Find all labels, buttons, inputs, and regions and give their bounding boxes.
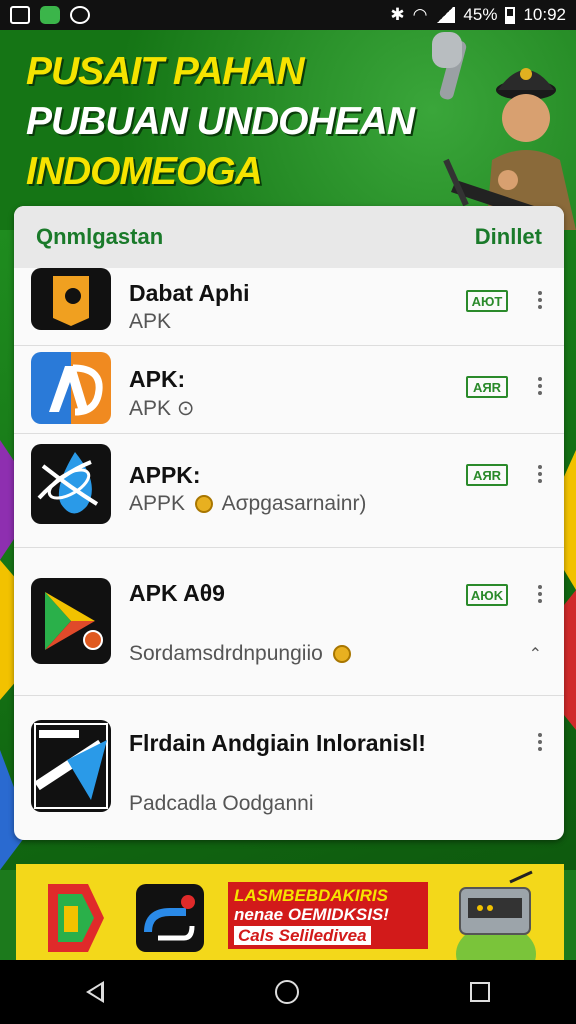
app-name: APPK: — [129, 462, 201, 488]
app-list-item[interactable]: APPK: APPK Aσpgasarnainr) AЯR — [14, 434, 564, 548]
overflow-menu-icon[interactable] — [538, 582, 542, 606]
home-icon[interactable] — [274, 980, 299, 1004]
app-subtitle: Padcadla Oodganni — [129, 792, 314, 815]
clock: 10:92 — [523, 5, 566, 24]
app-icon — [31, 720, 111, 812]
soldier-mascot-illustration — [432, 32, 576, 230]
card-header-action[interactable]: Dinllet — [475, 224, 542, 250]
app-name: APK Aθ9 — [129, 580, 225, 606]
bluetooth-icon: ✱ — [390, 5, 405, 24]
card-header: Qnmlgastan Dinllet — [14, 206, 564, 268]
apk-badge[interactable]: AЯR — [466, 464, 508, 486]
app-icon — [31, 352, 111, 424]
messaging-notification-icon — [40, 6, 60, 24]
app-list-card: Qnmlgastan Dinllet Dabat Aphi APK AЮT AP… — [14, 206, 564, 840]
apk-badge[interactable]: AЮT — [466, 290, 508, 312]
system-navigation-bar — [0, 960, 576, 1024]
promo-app-icon — [136, 884, 204, 952]
signal-icon — [435, 7, 456, 23]
hero-banner[interactable]: PUSAIT PAHAN PUBUAN UNDOHEAN INDOMEOGA — [0, 30, 576, 230]
app-subtitle: APK ⊙ — [129, 397, 195, 420]
card-title: Qnmlgastan — [36, 224, 164, 249]
app-subtitle-text: Sordamsdrdnpungiio — [129, 642, 323, 665]
app-subtitle-detail: Aσpgasarnainr) — [221, 492, 367, 515]
battery-percent: 45% — [463, 5, 498, 24]
app-icon — [31, 268, 111, 330]
app-name: Flrdain Andgiain Inloranisl! — [129, 730, 426, 756]
overflow-menu-icon[interactable] — [538, 288, 542, 312]
expand-collapse-icon[interactable]: ⌃ — [529, 644, 542, 664]
app-subtitle-prefix: APPK — [129, 492, 186, 515]
app-name: Dabat Aphi — [129, 280, 250, 306]
status-bar: ✱ ◠ 45% 10:92 — [0, 0, 576, 30]
coin-icon — [194, 495, 213, 514]
recent-apps-icon[interactable] — [470, 982, 491, 1002]
promo-banner[interactable]: LASMBEBDAKIRIS nenae OEMIDKSIS! Cals Sel… — [16, 864, 564, 960]
app-subtitle: Sordamsdrdnpungiio — [129, 642, 355, 666]
overflow-menu-icon[interactable] — [538, 730, 542, 754]
promo-line-2: nenae OEMIDKSIS! — [234, 905, 389, 924]
overflow-menu-icon[interactable] — [538, 462, 542, 486]
app-list-item[interactable]: Dabat Aphi APK AЮT — [14, 268, 564, 346]
app-subtitle: APPK Aσpgasarnainr) — [129, 492, 366, 516]
app-notification-icon — [70, 6, 90, 24]
apk-badge[interactable]: AЯR — [466, 376, 508, 398]
app-list-item[interactable]: APK: APK ⊙ AЯR — [14, 346, 564, 434]
promo-line-1: LASMBEBDAKIRIS — [234, 886, 388, 905]
gallery-notification-icon — [10, 6, 30, 24]
coin-icon — [332, 645, 351, 664]
app-icon — [31, 578, 111, 664]
android-robot-illustration — [456, 870, 536, 960]
wifi-icon: ◠ — [412, 5, 428, 24]
app-name: APK: — [129, 366, 186, 392]
apk-badge[interactable]: AЮK — [466, 584, 508, 606]
overflow-menu-icon[interactable] — [538, 374, 542, 398]
hero-title-line-3: INDOMEOGA — [26, 150, 263, 193]
promo-app-logo — [48, 884, 104, 952]
back-icon[interactable] — [85, 981, 104, 1003]
hero-title-line-2: PUBUAN UNDOHEAN — [26, 100, 415, 143]
app-subtitle: APK — [129, 310, 172, 333]
hero-title-line-1: PUSAIT PAHAN — [26, 50, 305, 93]
app-list-item[interactable]: Flrdain Andgiain Inloranisl! Padcadla Oo… — [14, 696, 564, 840]
promo-line-3: Cals Seliledivea — [234, 926, 371, 945]
promo-text: LASMBEBDAKIRIS nenae OEMIDKSIS! Cals Sel… — [228, 882, 428, 949]
battery-icon — [505, 6, 516, 24]
app-icon — [31, 444, 111, 524]
app-list-item[interactable]: APK Aθ9 Sordamsdrdnpungiio AЮK ⌃ — [14, 548, 564, 696]
